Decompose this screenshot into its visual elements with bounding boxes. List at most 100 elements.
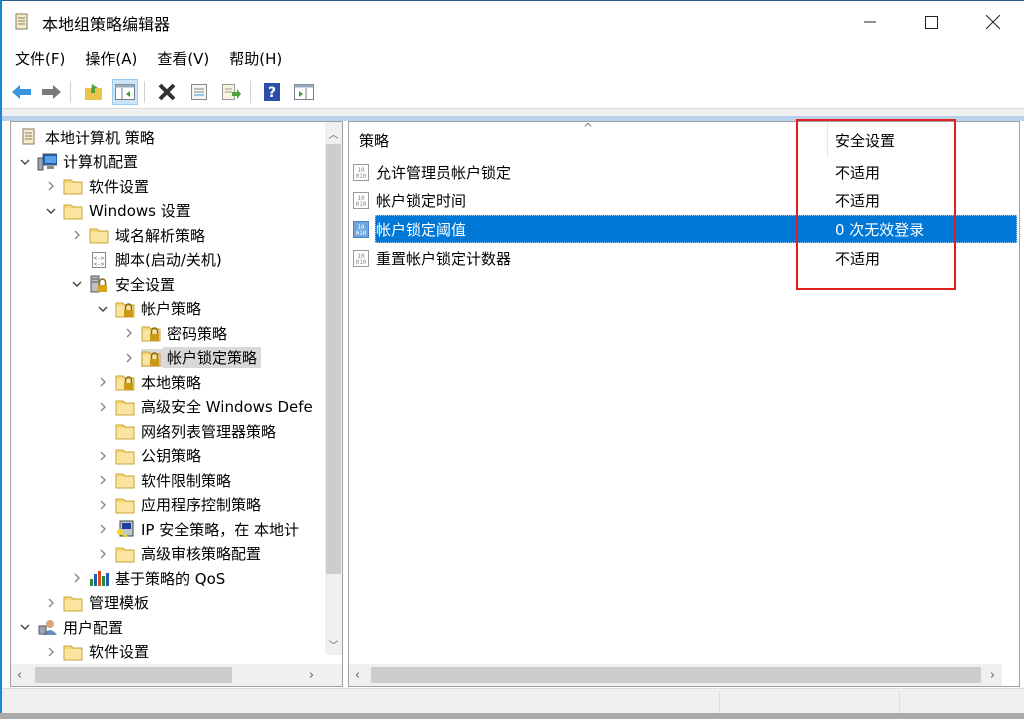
chevron-right-icon[interactable] <box>95 521 111 537</box>
chevron-right-icon[interactable] <box>121 325 137 341</box>
tree-item[interactable]: 密码策略 <box>121 321 227 345</box>
tree-item[interactable]: 计算机配置 <box>17 150 138 174</box>
tree-vertical-scrollbar[interactable]: ︿ ﹀ <box>325 122 342 655</box>
show-hide-console-tree-button[interactable] <box>112 79 138 105</box>
policy-setting-icon: 10 010 <box>353 249 369 267</box>
chevron-right-icon[interactable] <box>95 448 111 464</box>
maximize-icon <box>924 15 938 29</box>
script-icon: <-> <-> <box>89 251 109 269</box>
tree-item[interactable]: <-> <-> 脚本(启动/关机) <box>69 248 222 272</box>
maximize-button[interactable] <box>908 1 954 43</box>
tree-item[interactable]: 高级审核策略配置 <box>95 542 261 566</box>
scrollbar-thumb[interactable] <box>371 667 981 683</box>
folder-icon <box>63 177 83 195</box>
title-bar[interactable]: 本地组策略编辑器 <box>2 1 1024 43</box>
minimize-button[interactable] <box>847 1 893 43</box>
action-pane-icon <box>294 84 314 100</box>
folder-icon <box>63 202 83 220</box>
scroll-right-arrow-icon[interactable]: › <box>303 664 320 686</box>
tree-item-label: 高级安全 Windows Defe <box>141 398 313 416</box>
folder-icon <box>63 594 83 612</box>
chevron-right-icon[interactable] <box>43 595 59 611</box>
menu-action[interactable]: 操作(A) <box>72 45 137 73</box>
tree-item[interactable]: 本地计算机 策略 <box>19 125 155 149</box>
menu-file[interactable]: 文件(F) <box>2 45 65 73</box>
tree-item[interactable]: 应用程序控制策略 <box>95 493 261 517</box>
scrollbar-thumb[interactable] <box>35 667 232 683</box>
chevron-right-icon[interactable] <box>95 472 111 488</box>
chevron-down-icon[interactable] <box>69 276 85 292</box>
show-hide-action-pane-button[interactable] <box>291 79 317 105</box>
chevron-down-icon[interactable] <box>17 154 33 170</box>
chevron-right-icon[interactable] <box>43 644 59 660</box>
tree-item[interactable]: 基于策略的 QoS <box>69 566 225 590</box>
close-button[interactable] <box>970 1 1016 43</box>
delete-button[interactable] <box>154 79 180 105</box>
scrollbar-thumb[interactable] <box>326 144 341 574</box>
column-header-policy-label: 策略 <box>359 131 390 150</box>
chevron-right-icon[interactable] <box>69 570 85 586</box>
policy-name: 帐户锁定阈值 <box>376 220 467 239</box>
chevron-right-icon[interactable] <box>95 374 111 390</box>
chevron-down-icon[interactable] <box>95 301 111 317</box>
column-header-policy[interactable]: 策略 <box>359 122 829 158</box>
tree-item-label: 帐户策略 <box>141 300 202 318</box>
console-tree-icon <box>115 84 135 100</box>
scroll-left-arrow-icon[interactable]: ‹ <box>349 664 366 686</box>
delete-icon <box>158 83 176 101</box>
chevron-down-icon[interactable] <box>43 203 59 219</box>
up-one-level-button[interactable] <box>81 79 107 105</box>
security-server-icon <box>89 275 109 293</box>
chevron-right-icon[interactable] <box>95 399 111 415</box>
tree-item[interactable]: 软件设置 <box>43 640 149 664</box>
scroll-down-arrow-icon[interactable]: ﹀ <box>325 636 342 653</box>
menu-help[interactable]: 帮助(H) <box>216 45 282 73</box>
tree-item-label: 基于策略的 QoS <box>115 569 226 588</box>
tree-item[interactable]: Windows 设置 <box>43 199 191 223</box>
properties-button[interactable] <box>186 79 212 105</box>
tree-item[interactable]: 公钥策略 <box>95 444 201 468</box>
back-button[interactable] <box>9 79 35 105</box>
export-list-button[interactable] <box>218 79 244 105</box>
tree-item-label: IP 安全策略，在 本地计 <box>141 520 300 539</box>
tree-item[interactable]: IP 安全策略，在 本地计 <box>95 517 299 541</box>
minimize-icon <box>864 21 876 23</box>
tree-item-label: 本地计算机 策略 <box>45 128 155 147</box>
tree-item[interactable]: 管理模板 <box>43 591 149 615</box>
tree-item[interactable]: 网络列表管理器策略 <box>95 419 276 443</box>
chevron-right-icon[interactable] <box>95 546 111 562</box>
tree-item[interactable]: 帐户策略 <box>95 297 201 321</box>
properties-icon <box>191 84 207 100</box>
svg-text:<->: <-> <box>94 261 105 268</box>
scroll-up-arrow-icon[interactable]: ︿ <box>325 125 342 142</box>
tree-item[interactable]: 软件限制策略 <box>95 468 231 492</box>
tree-item[interactable]: 安全设置 <box>69 272 175 296</box>
help-button[interactable]: ? <box>259 79 285 105</box>
tree-item-label: 网络列表管理器策略 <box>141 422 277 441</box>
tree-item[interactable]: 本地策略 <box>95 370 201 394</box>
expander-placeholder <box>69 252 85 268</box>
forward-button[interactable] <box>38 79 64 105</box>
tree-item-label: 应用程序控制策略 <box>141 496 262 514</box>
chevron-down-icon[interactable] <box>17 619 33 635</box>
tree-item[interactable]: 域名解析策略 <box>69 223 205 247</box>
svg-text:010: 010 <box>356 173 367 180</box>
tree-item[interactable]: 帐户锁定策略 <box>121 346 262 370</box>
chevron-right-icon[interactable] <box>69 227 85 243</box>
console-tree-pane: 本地计算机 策略 计算机配置 软件设置 Windows 设置 域名解析策略 <-> <-> 脚… <box>10 121 343 687</box>
tree-item[interactable]: 高级安全 Windows Defe <box>95 395 313 419</box>
scroll-left-arrow-icon[interactable]: ‹ <box>11 664 28 686</box>
policy-setting-icon: 10 010 <box>353 163 369 181</box>
tree-item[interactable]: 软件设置 <box>43 174 149 198</box>
tree-item[interactable]: 用户配置 <box>17 615 123 639</box>
window: 本地组策略编辑器 文件(F) 操作(A) 查看(V) 帮助(H) ? 本地计算机… <box>0 0 1024 719</box>
chevron-right-icon[interactable] <box>121 350 137 366</box>
chevron-right-icon[interactable] <box>43 178 59 194</box>
chevron-right-icon[interactable] <box>95 497 111 513</box>
scroll-right-arrow-icon[interactable]: › <box>984 664 1001 686</box>
list-horizontal-scrollbar[interactable]: ‹ › <box>349 664 1002 686</box>
menu-view[interactable]: 查看(V) <box>144 45 209 73</box>
tree-horizontal-scrollbar[interactable]: ‹ › <box>11 664 325 686</box>
window-title: 本地组策略编辑器 <box>42 15 171 34</box>
folder-icon <box>89 226 109 244</box>
